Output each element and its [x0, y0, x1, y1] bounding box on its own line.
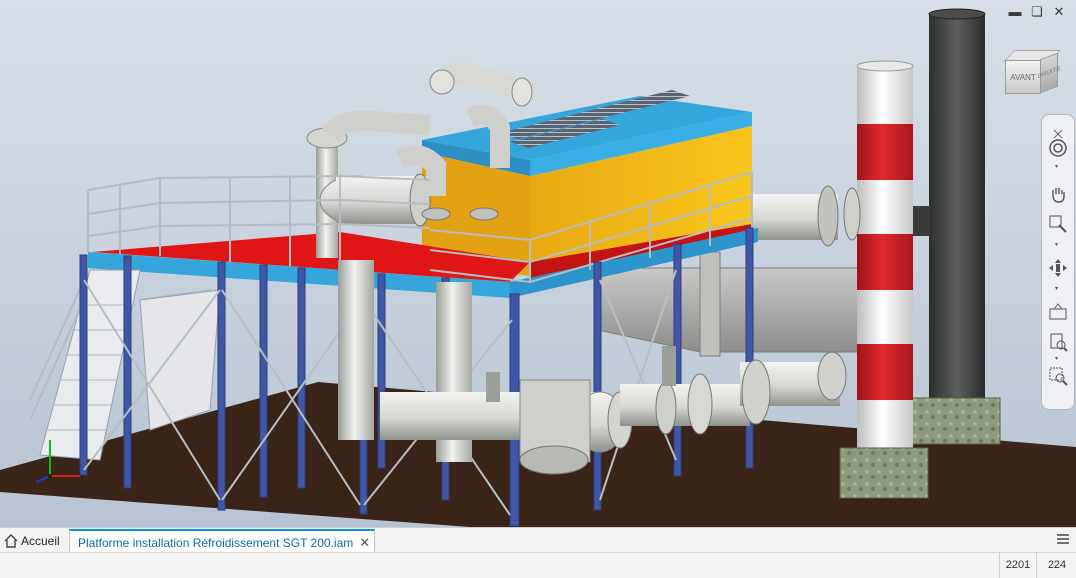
viewcube[interactable]: AVANT DROITE — [1003, 48, 1061, 98]
vertical-vessel-left — [338, 260, 374, 440]
home-icon — [4, 534, 18, 548]
zoom-all-icon[interactable] — [1047, 331, 1069, 353]
exhaust-duct — [597, 267, 859, 353]
tab-list-menu-icon[interactable] — [1056, 532, 1070, 551]
chevron-down-icon[interactable]: ▾ — [1055, 285, 1061, 292]
tab-home[interactable]: Accueil — [4, 531, 60, 551]
exhaust-stack — [911, 8, 1001, 445]
look-at-icon[interactable] — [1047, 301, 1069, 323]
orbit-icon[interactable] — [1047, 257, 1069, 279]
close-icon[interactable]: ✕ — [1052, 4, 1066, 20]
document-tab-bar: Accueil Platforme installation Réfroidis… — [0, 527, 1076, 555]
window-controls: ▬ ❏ ✕ — [1008, 4, 1066, 20]
zoom-icon[interactable] — [1047, 213, 1069, 235]
tab-home-label: Accueil — [21, 534, 60, 548]
viewcube-front-face[interactable]: AVANT — [1005, 60, 1041, 94]
chevron-down-icon[interactable]: ▾ — [1055, 355, 1061, 362]
status-count-a: 2201 — [999, 553, 1036, 578]
graphics-viewport[interactable]: ▬ ❏ ✕ AVANT DROITE ▾ ▾ ▾ ▾ — [0, 0, 1076, 527]
viewcube-right-face[interactable]: DROITE — [1038, 52, 1060, 94]
assembly-3d-model[interactable] — [0, 0, 1076, 527]
tab-document-label: Platforme installation Réfroidissement S… — [78, 535, 354, 550]
restore-icon[interactable]: ❏ — [1030, 4, 1044, 20]
status-bar: 2201 224 — [0, 552, 1076, 578]
status-count-b: 224 — [1036, 553, 1076, 578]
minimize-icon[interactable]: ▬ — [1008, 4, 1022, 20]
close-tab-icon[interactable]: ✕ — [359, 535, 370, 551]
duct-flange — [699, 251, 721, 357]
zoom-window-icon[interactable] — [1047, 365, 1069, 387]
chevron-down-icon[interactable]: ▾ — [1055, 163, 1061, 170]
steering-wheel-icon[interactable] — [1047, 137, 1069, 159]
navigation-bar: ▾ ▾ ▾ ▾ — [1041, 114, 1075, 410]
pan-hand-icon[interactable] — [1047, 183, 1069, 205]
chevron-down-icon[interactable]: ▾ — [1055, 241, 1061, 248]
